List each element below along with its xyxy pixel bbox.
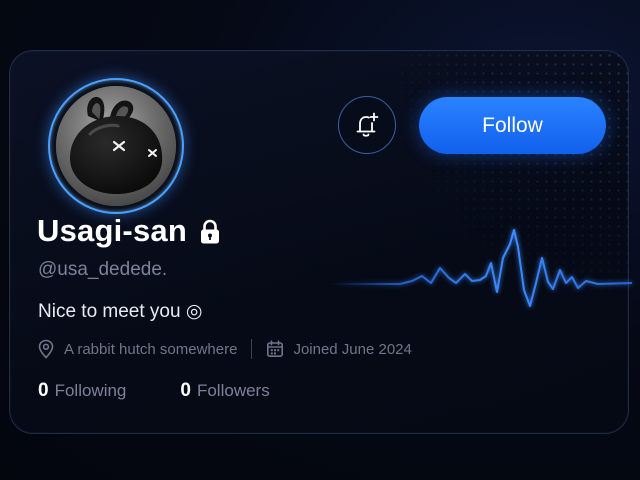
follow-button[interactable]: Follow: [419, 97, 606, 154]
profile-bio: Nice to meet you ◎: [38, 301, 203, 322]
avatar-image: [56, 86, 176, 206]
following-count: 0: [38, 380, 49, 401]
following-link[interactable]: 0 Following: [38, 380, 126, 402]
followers-count: 0: [180, 380, 191, 401]
rabbit-avatar-icon: [56, 86, 176, 206]
lock-icon: [199, 219, 221, 245]
calendar-icon: [267, 340, 284, 357]
meta-divider: [251, 339, 253, 359]
notify-button[interactable]: [338, 96, 396, 154]
profile-meta: A rabbit hutch somewhere Joined June 202…: [37, 339, 412, 359]
bell-plus-icon: [356, 112, 379, 137]
page-background: Follow Usagi-san @usa_dedede. Nice to me…: [0, 0, 640, 480]
location-text: A rabbit hutch somewhere: [64, 340, 238, 358]
dot-pattern-decoration: [398, 51, 628, 291]
profile-name-row: Usagi-san: [37, 213, 221, 249]
followers-link[interactable]: 0 Followers: [180, 380, 269, 402]
map-pin-icon: [38, 339, 54, 359]
joined-item: Joined June 2024: [266, 340, 412, 358]
avatar[interactable]: [48, 78, 184, 214]
following-label: Following: [54, 381, 127, 400]
joined-date-text: Joined June 2024: [293, 340, 412, 358]
username-handle: @usa_dedede.: [38, 259, 168, 280]
profile-stats: 0 Following 0 Followers: [38, 380, 270, 402]
followers-label: Followers: [196, 381, 270, 400]
location-item: A rabbit hutch somewhere: [37, 339, 237, 359]
display-name: Usagi-san: [37, 213, 187, 248]
